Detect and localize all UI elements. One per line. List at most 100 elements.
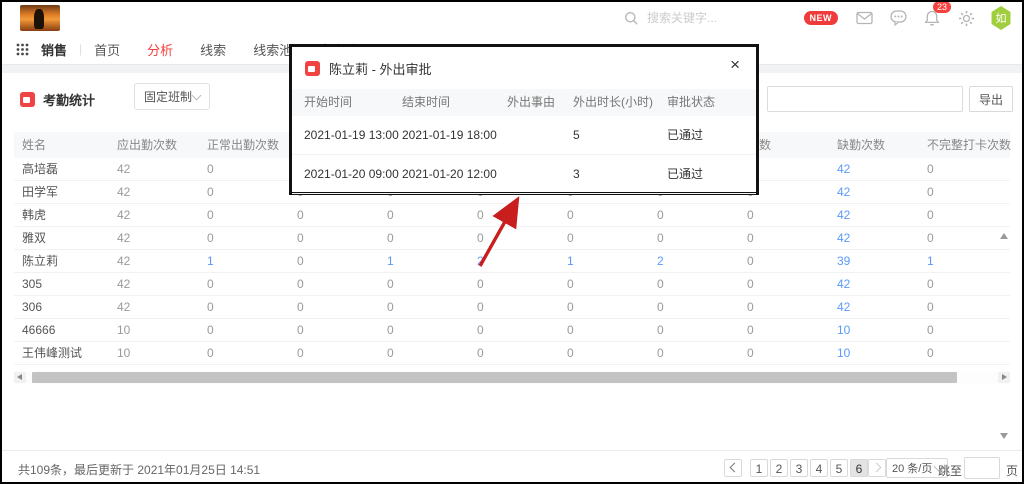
page-button[interactable]: 2 <box>770 459 788 477</box>
modal-cell: 2021-01-19 13:00 <box>292 116 402 154</box>
nav-item[interactable]: 线索 <box>200 40 226 59</box>
jump-to-page-input[interactable] <box>964 457 1000 479</box>
close-icon[interactable]: × <box>730 56 740 73</box>
page-size-value: 20 条/页 <box>892 460 932 476</box>
count-cell: 0 <box>469 227 559 249</box>
nav-item[interactable]: 首页 <box>94 40 120 59</box>
chat-icon[interactable] <box>888 8 908 28</box>
count-cell: 42 <box>109 204 199 226</box>
count-link[interactable]: 10 <box>829 319 919 341</box>
count-link[interactable]: 39 <box>829 250 919 272</box>
count-cell: 0 <box>199 319 289 341</box>
count-cell: 0 <box>559 227 649 249</box>
company-logo[interactable] <box>20 5 60 31</box>
shift-type-value: 固定班制 <box>144 88 192 105</box>
horizontal-scrollbar[interactable] <box>14 371 1010 384</box>
count-link[interactable]: 1 <box>199 250 289 272</box>
next-page-button[interactable] <box>868 459 886 477</box>
count-link[interactable]: 42 <box>829 227 919 249</box>
count-cell: 0 <box>199 204 289 226</box>
modal-cell: 2021-01-19 18:00 <box>402 116 507 154</box>
table-row: 306420000000420 <box>14 296 1010 319</box>
count-link[interactable]: 2 <box>469 250 559 272</box>
app-name[interactable]: 销售 <box>41 40 67 59</box>
export-button[interactable]: 导出 <box>969 86 1013 112</box>
count-cell: 0 <box>559 296 649 318</box>
table-row: 46666100000000100 <box>14 319 1010 342</box>
global-search-box[interactable] <box>624 7 804 29</box>
app-window: NEW 23 如 销售 | 首页分析线索线索池客户池联系人 <box>0 0 1024 484</box>
prev-page-button[interactable] <box>724 459 742 477</box>
page-button[interactable]: 5 <box>830 459 848 477</box>
app-launcher-icon[interactable] <box>16 43 29 56</box>
page-button[interactable]: 4 <box>810 459 828 477</box>
count-cell: 0 <box>559 273 649 295</box>
count-cell: 0 <box>379 227 469 249</box>
modal-cell: 已通过 <box>667 116 752 154</box>
nav-divider: | <box>79 42 82 56</box>
count-cell: 0 <box>919 273 1009 295</box>
gear-icon[interactable] <box>956 8 976 28</box>
modal-cell: 已通过 <box>667 155 752 193</box>
count-cell: 0 <box>199 181 289 203</box>
count-cell: 42 <box>109 296 199 318</box>
count-link[interactable]: 2 <box>649 250 739 272</box>
count-cell: 0 <box>379 296 469 318</box>
name-cell: 陈立莉 <box>14 250 109 272</box>
modal-table-row: 2021-01-20 09:002021-01-20 12:003已通过 <box>292 155 756 194</box>
nav-item[interactable]: 线索池 <box>253 40 292 59</box>
name-cell: 王伟峰测试 <box>14 342 109 364</box>
count-cell: 0 <box>289 342 379 364</box>
count-cell: 0 <box>289 296 379 318</box>
column-header: 正常出勤次数 <box>199 132 289 158</box>
bell-icon[interactable]: 23 <box>922 8 942 28</box>
count-cell: 0 <box>469 296 559 318</box>
column-header: 姓名 <box>14 132 109 158</box>
page-button[interactable]: 1 <box>750 459 768 477</box>
count-cell: 0 <box>919 342 1009 364</box>
filter-input[interactable] <box>767 86 963 112</box>
modal-table-row: 2021-01-19 13:002021-01-19 18:005已通过 <box>292 116 756 155</box>
count-cell: 0 <box>199 227 289 249</box>
mail-icon[interactable] <box>854 8 874 28</box>
count-cell: 0 <box>469 319 559 341</box>
count-link[interactable]: 1 <box>559 250 649 272</box>
user-avatar[interactable]: 如 <box>990 6 1012 30</box>
count-link[interactable]: 42 <box>829 158 919 180</box>
count-cell: 0 <box>289 204 379 226</box>
shift-type-select[interactable]: 固定班制 <box>134 83 210 110</box>
scroll-up-arrow-icon[interactable] <box>1000 233 1008 239</box>
column-header: 缺勤次数 <box>829 132 919 158</box>
scroll-right-arrow-icon[interactable] <box>998 372 1010 383</box>
count-cell: 0 <box>469 342 559 364</box>
count-link[interactable]: 1 <box>379 250 469 272</box>
search-input[interactable] <box>645 10 789 26</box>
horizontal-scrollbar-thumb[interactable] <box>32 372 957 383</box>
page-button[interactable]: 3 <box>790 459 808 477</box>
count-link[interactable]: 42 <box>829 204 919 226</box>
count-link[interactable]: 1 <box>919 250 1009 272</box>
record-summary: 共109条，最后更新于 2021年01月25日 14:51 <box>18 461 260 478</box>
name-cell: 46666 <box>14 319 109 341</box>
vertical-scrollbar[interactable] <box>999 233 1008 439</box>
name-cell: 田学军 <box>14 181 109 203</box>
nav-item[interactable]: 分析 <box>147 40 173 59</box>
modal-cell <box>507 116 565 154</box>
count-cell: 0 <box>649 204 739 226</box>
search-icon <box>624 11 639 26</box>
scroll-left-arrow-icon[interactable] <box>14 372 26 383</box>
count-link[interactable]: 42 <box>829 296 919 318</box>
count-link[interactable]: 42 <box>829 273 919 295</box>
count-cell: 0 <box>919 204 1009 226</box>
count-cell: 0 <box>919 158 1009 180</box>
count-cell: 0 <box>289 273 379 295</box>
notification-count-badge: 23 <box>933 1 951 13</box>
table-row: 韩虎420000000420 <box>14 204 1010 227</box>
scroll-down-arrow-icon[interactable] <box>1000 433 1008 439</box>
page-button[interactable]: 6 <box>850 459 868 477</box>
count-link[interactable]: 10 <box>829 342 919 364</box>
name-cell: 305 <box>14 273 109 295</box>
count-cell: 0 <box>469 204 559 226</box>
count-link[interactable]: 42 <box>829 181 919 203</box>
count-cell: 0 <box>559 342 649 364</box>
